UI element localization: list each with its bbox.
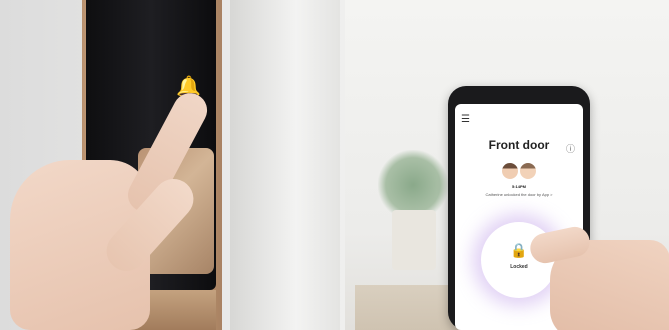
avatar[interactable]	[519, 162, 537, 180]
product-scene: 🔔 ☰ ⓘ Front door 5:14PM Catherine unlock…	[0, 0, 669, 330]
door-title: Front door	[488, 138, 550, 152]
avatar[interactable]	[501, 162, 519, 180]
left-hand	[0, 80, 214, 330]
user-avatars	[499, 162, 539, 180]
activity-time: 5:14PM	[511, 184, 526, 189]
activity-message[interactable]: Catherine unlocked the door by App >	[455, 192, 583, 197]
right-hand	[527, 224, 669, 330]
wall-pillar	[230, 0, 340, 330]
menu-icon[interactable]: ☰	[461, 114, 470, 125]
plant-vase	[392, 210, 436, 270]
